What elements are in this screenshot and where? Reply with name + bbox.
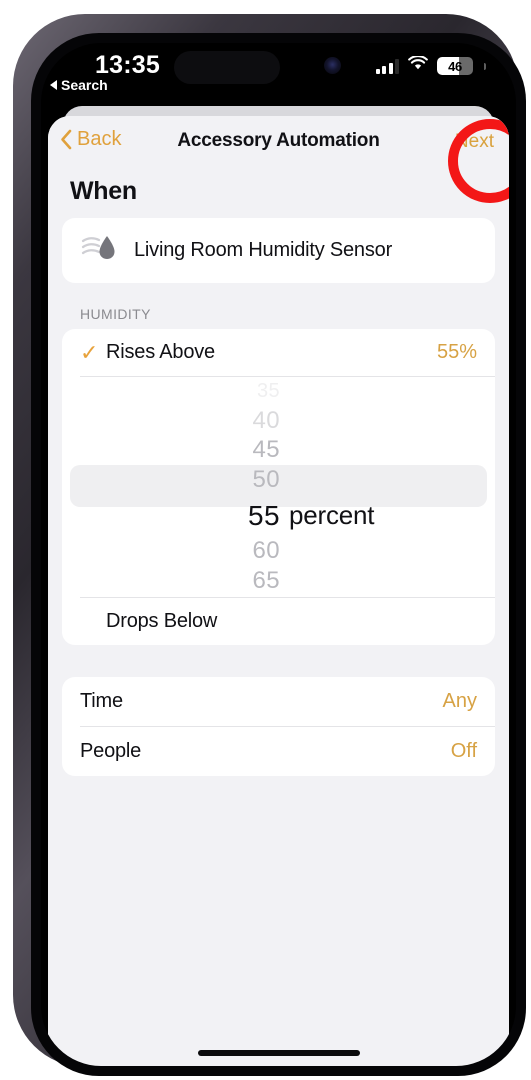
accessory-card: Living Room Humidity Sensor bbox=[62, 218, 495, 283]
setting-label: People bbox=[80, 740, 142, 762]
picker-option-value: 70 bbox=[62, 596, 289, 597]
condition-title: Rises Above bbox=[106, 341, 215, 363]
humidity-section-label: HUMIDITY bbox=[80, 306, 151, 322]
battery-icon: 46 bbox=[437, 57, 473, 75]
battery-level-label: 46 bbox=[448, 58, 462, 74]
accessory-row[interactable]: Living Room Humidity Sensor bbox=[62, 218, 495, 283]
picker-option[interactable]: 70 bbox=[62, 595, 495, 597]
picker-option[interactable]: 60 bbox=[62, 537, 495, 566]
picker-option-value: 65 bbox=[252, 566, 280, 594]
sheet-content: When Living Room Humidity Sensor HUMIDIT… bbox=[48, 177, 509, 776]
picker-option[interactable]: 50 bbox=[62, 465, 495, 494]
condition-title: Drops Below bbox=[106, 610, 218, 632]
condition-drops-below-row[interactable]: ✓ Drops Below bbox=[62, 598, 495, 645]
condition-rises-above-row[interactable]: ✓ Rises Above 55% bbox=[62, 329, 495, 376]
setting-label: Time bbox=[80, 690, 123, 712]
front-camera-icon bbox=[324, 57, 341, 74]
humidity-condition-card: ✓ Rises Above 55% 35 40 45 50 55 percent… bbox=[62, 329, 495, 645]
status-bar-indicators: 46 bbox=[375, 55, 486, 76]
picker-option-value: 35 bbox=[256, 380, 280, 403]
back-triangle-icon bbox=[50, 80, 57, 90]
phone-screen: 13:35 Search 46 Back Accessory Automatio… bbox=[41, 43, 516, 1066]
status-bar: 13:35 Search 46 bbox=[41, 43, 516, 111]
wifi-icon bbox=[408, 55, 428, 76]
picker-option-value: 60 bbox=[252, 537, 280, 565]
checkmark-icon: ✓ bbox=[80, 611, 106, 633]
page-title: Accessory Automation bbox=[177, 130, 380, 151]
home-indicator[interactable] bbox=[197, 1050, 360, 1056]
setting-value: Any bbox=[442, 690, 477, 712]
picker-rows: 35 40 45 50 55 percent 60 65 bbox=[62, 377, 495, 597]
battery-cap-icon bbox=[483, 62, 486, 70]
dynamic-island bbox=[174, 51, 280, 84]
picker-option-value: 45 bbox=[252, 436, 280, 464]
picker-option-value: 40 bbox=[252, 407, 280, 435]
status-bar-clock: 13:35 bbox=[95, 51, 160, 79]
signal-bars-icon bbox=[375, 58, 399, 74]
accessory-automation-sheet: Back Accessory Automation Next When Livi… bbox=[48, 116, 509, 1066]
back-to-search-button[interactable]: Search bbox=[50, 77, 108, 93]
checkmark-icon: ✓ bbox=[80, 339, 99, 365]
picker-unit-label: percent bbox=[289, 500, 375, 531]
conditions-settings-card: Time Any People Off bbox=[62, 677, 495, 776]
condition-value: 55% bbox=[436, 341, 477, 363]
setting-row-time[interactable]: Time Any bbox=[62, 677, 495, 726]
back-to-app-label: Search bbox=[61, 77, 108, 93]
device-frame: 13:35 Search 46 Back Accessory Automatio… bbox=[13, 14, 526, 1076]
when-heading: When bbox=[70, 177, 137, 205]
picker-selected-value: 55 bbox=[248, 499, 280, 531]
next-button[interactable]: Next bbox=[455, 131, 494, 153]
picker-option-selected[interactable]: 55 percent bbox=[62, 495, 495, 537]
navigation-bar: Back Accessory Automation Next bbox=[48, 116, 509, 203]
accessory-name-label: Living Room Humidity Sensor bbox=[134, 239, 393, 261]
picker-option-value: 50 bbox=[252, 465, 280, 493]
picker-option[interactable]: 45 bbox=[62, 436, 495, 465]
humidity-sensor-icon bbox=[80, 232, 120, 269]
picker-option[interactable]: 65 bbox=[62, 566, 495, 595]
picker-option[interactable]: 40 bbox=[62, 406, 495, 435]
picker-option[interactable]: 35 bbox=[62, 377, 495, 406]
setting-value: Off bbox=[450, 740, 477, 762]
setting-row-people[interactable]: People Off bbox=[62, 727, 495, 776]
humidity-value-picker[interactable]: 35 40 45 50 55 percent 60 65 bbox=[62, 377, 495, 597]
